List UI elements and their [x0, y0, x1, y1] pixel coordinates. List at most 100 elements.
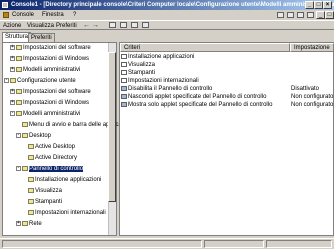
tree-item-label: Installazione applicazioni	[35, 177, 102, 183]
menu-azione[interactable]: Azione	[3, 22, 21, 30]
folder-icon	[28, 198, 34, 204]
folder-icon	[16, 88, 22, 94]
folder-icon	[28, 154, 34, 160]
folder-icon	[22, 165, 28, 171]
tree-item[interactable]: + Impostazioni di Windows	[10, 55, 89, 64]
list-item-name: Visualizza	[128, 62, 155, 68]
inner-minimize-button[interactable]: _	[316, 11, 325, 19]
tree-item-label: Rete	[29, 221, 42, 227]
tree-item-label: Modelli amministrativi	[23, 111, 81, 117]
folder-icon	[28, 187, 34, 193]
tree-item[interactable]: - Pannello di controllo	[16, 165, 84, 174]
inner-restore-button[interactable]: □	[325, 11, 334, 19]
forward-icon[interactable]: →	[92, 22, 99, 29]
list-item-name: Stampanti	[128, 70, 156, 76]
tree-item[interactable]: + Impostazioni del software	[10, 88, 91, 97]
menu-visualizza[interactable]: Visualizza	[27, 22, 54, 30]
folder-icon	[22, 121, 28, 127]
new-window-icon[interactable]	[307, 12, 314, 18]
tree-item-label: Modelli amministrativi	[23, 67, 81, 73]
tree-item-label: Impostazioni di Windows	[23, 100, 90, 106]
tree-item-label: Impostazioni del software	[23, 45, 91, 51]
tree-item[interactable]: + Modelli amministrativi	[10, 66, 80, 75]
status-panel-2	[204, 240, 264, 248]
folder-icon	[121, 77, 127, 83]
tree-item[interactable]: Menu di avvio e barra delle applicazioni	[16, 121, 134, 130]
tree-item[interactable]: Impostazioni internazionali	[22, 209, 106, 218]
back-icon[interactable]: ←	[83, 22, 90, 29]
tree-item[interactable]: Active Directory	[22, 154, 77, 163]
tree-item[interactable]: + Impostazioni del software	[10, 44, 91, 53]
folder-icon	[28, 176, 34, 182]
list-item[interactable]: Impostazioni internazionali	[121, 77, 199, 85]
list-item-name: Installazione applicazioni	[128, 54, 195, 60]
policy-icon	[121, 85, 127, 91]
policy-icon	[121, 93, 127, 99]
list-item[interactable]: Mostra solo applet specificate del Panne…	[121, 101, 333, 109]
list-item[interactable]: Stampanti	[121, 69, 155, 77]
open-console-icon[interactable]	[287, 12, 294, 18]
folder-icon	[121, 53, 127, 59]
list-item[interactable]: Installazione applicazioni	[121, 53, 194, 61]
tab-preferiti[interactable]: Preferiti	[28, 33, 55, 42]
console-menu-icon	[3, 12, 9, 18]
tab-struttura[interactable]: Struttura	[2, 32, 32, 42]
console-icon	[2, 2, 8, 8]
expand-icon[interactable]: +	[10, 44, 15, 50]
tree-item-label: Active Directory	[35, 155, 78, 161]
list-item[interactable]: Visualizza	[121, 61, 155, 69]
tree-item[interactable]: Installazione applicazioni	[22, 176, 101, 185]
tree-item-label: Impostazioni internazionali	[35, 210, 106, 216]
folder-icon	[16, 110, 22, 116]
tree-item[interactable]: Active Desktop	[22, 143, 75, 152]
column-header-criteri[interactable]: Criteri	[120, 43, 290, 52]
tree-item[interactable]: + Impostazioni di Windows	[10, 99, 89, 108]
list-item[interactable]: Disabilita il Pannello di controllo Disat…	[121, 85, 319, 93]
expand-icon[interactable]: +	[16, 220, 21, 226]
folder-icon	[22, 132, 28, 138]
expand-icon[interactable]: +	[10, 88, 15, 94]
tree-item-label: Active Desktop	[35, 144, 76, 150]
expand-icon[interactable]: +	[10, 55, 15, 61]
folder-icon	[28, 209, 34, 215]
expand-icon[interactable]: +	[10, 66, 15, 72]
folder-icon	[16, 99, 22, 105]
export-list-icon[interactable]	[131, 22, 138, 28]
menu-finestra[interactable]: Finestra	[42, 11, 64, 19]
expand-icon[interactable]: +	[10, 99, 15, 105]
tree-item-label: Configurazione utente	[17, 78, 76, 84]
collapse-icon[interactable]: -	[10, 110, 15, 116]
tree-item[interactable]: + Rete	[16, 220, 42, 229]
menu-help[interactable]: ?	[73, 11, 76, 19]
collapse-icon[interactable]: -	[16, 165, 21, 171]
policy-icon	[121, 101, 127, 107]
list-item-state: Non configurato	[291, 102, 334, 108]
show-hide-tree-icon[interactable]	[120, 22, 127, 28]
list-item[interactable]: Nascondi applet specificate del Pannello…	[121, 93, 333, 101]
title-bar: Console1 - [Directory principale console…	[0, 0, 334, 10]
list-item-state: Non configurato	[291, 94, 334, 100]
save-console-icon[interactable]	[297, 12, 304, 18]
column-header-impostazione[interactable]: Impostazione	[290, 43, 334, 52]
tree-item[interactable]: - Configurazione utente	[4, 77, 76, 86]
tree-item-label: Visualizza	[35, 188, 62, 194]
minimize-button[interactable]: _	[305, 1, 314, 9]
help-icon[interactable]	[142, 22, 149, 28]
menu-console[interactable]: Console	[12, 11, 34, 19]
maximize-button[interactable]: □	[314, 1, 323, 9]
collapse-icon[interactable]: -	[16, 132, 21, 138]
new-console-icon[interactable]	[277, 12, 284, 18]
tree-item[interactable]: Visualizza	[22, 187, 62, 196]
up-one-level-icon[interactable]	[109, 22, 116, 28]
tree-item-label: Stampanti	[35, 199, 63, 205]
menu-preferiti[interactable]: Preferiti	[56, 22, 77, 30]
tree-item-label: Desktop	[29, 133, 52, 139]
tree-item[interactable]: - Desktop	[16, 132, 51, 141]
computer-icon	[10, 77, 16, 83]
tree-item[interactable]: - Modelli amministrativi	[10, 110, 80, 119]
tree-item[interactable]: Stampanti	[22, 198, 62, 207]
tree-scrollbar-thumb[interactable]	[108, 52, 116, 202]
collapse-icon[interactable]: -	[4, 77, 9, 83]
tree-item-label: Impostazioni del software	[23, 89, 91, 95]
close-button[interactable]: ×	[323, 1, 332, 9]
